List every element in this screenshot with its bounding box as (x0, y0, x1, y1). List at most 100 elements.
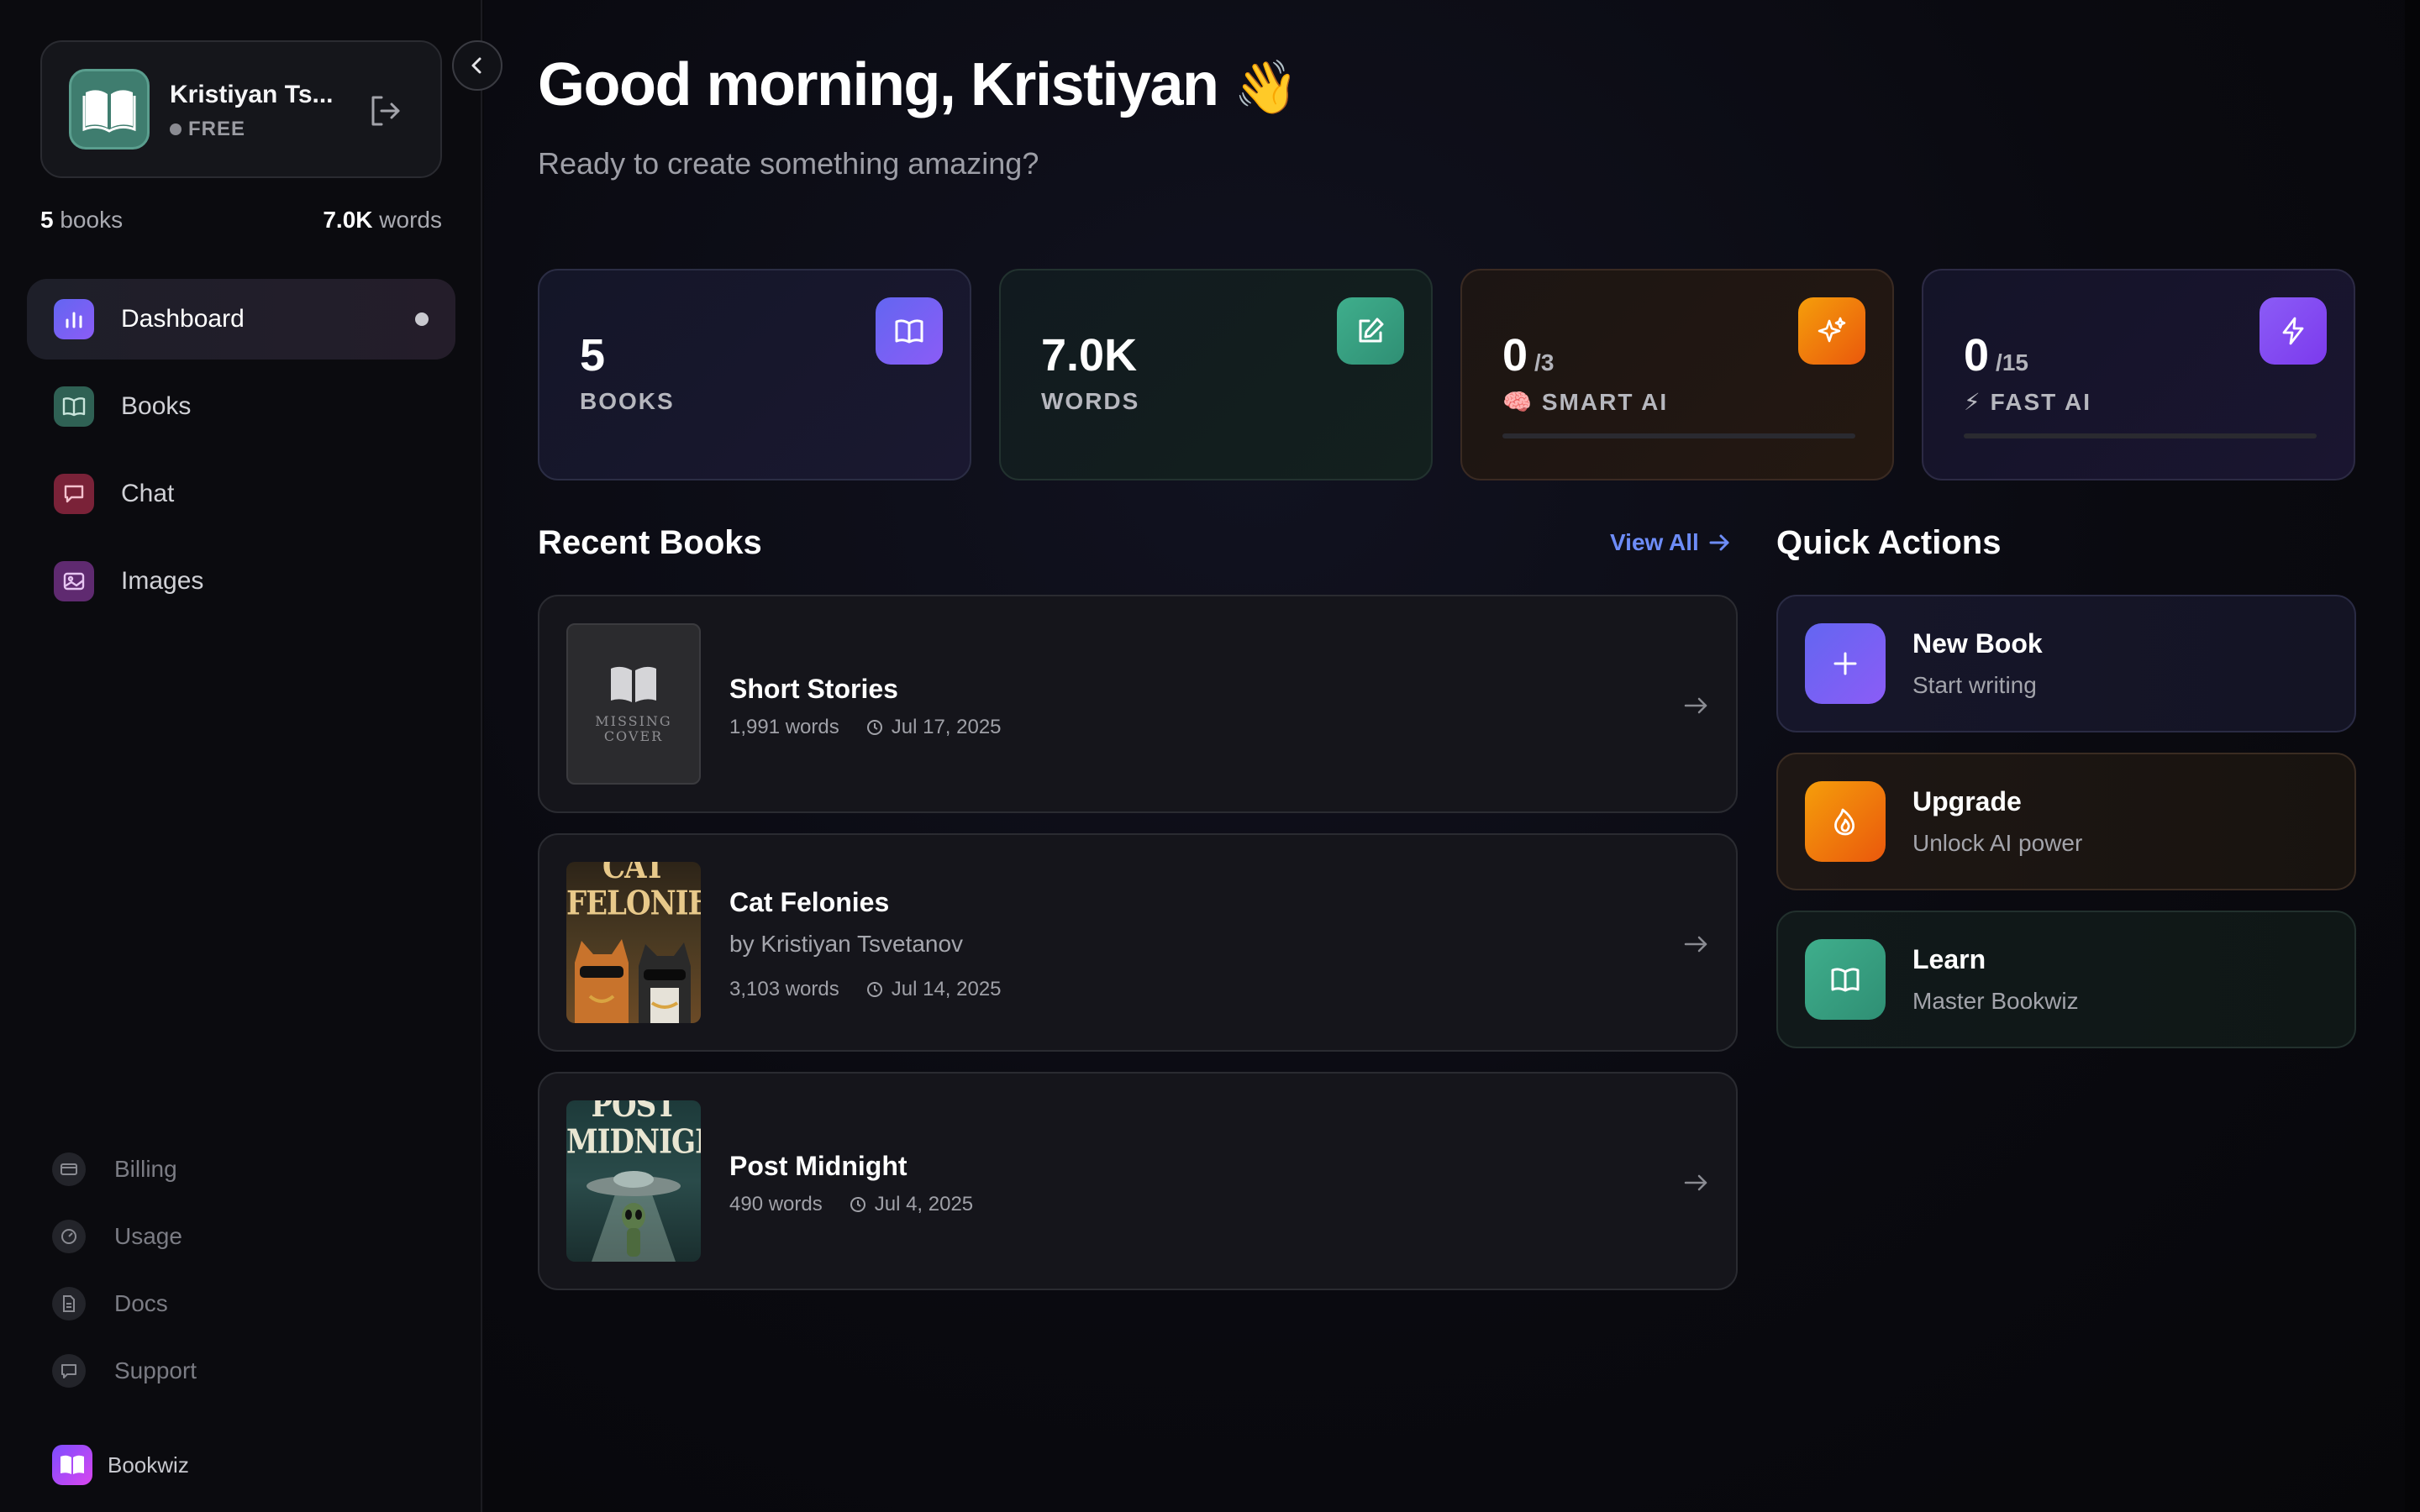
sidebar-item-label: Images (121, 567, 204, 595)
cover-placeholder-text: MISSING COVER (595, 713, 672, 744)
logout-icon (371, 96, 400, 126)
profile-card[interactable]: Kristiyan Ts... FREE (40, 40, 442, 178)
book-title: Cat Felonies (729, 887, 890, 917)
stat-card-fast-ai: 0/15 ⚡ FAST AI (1922, 269, 2355, 480)
clock-icon (866, 982, 882, 997)
arrow-right-icon (1684, 1174, 1707, 1191)
brand-name: Bookwiz (108, 1452, 189, 1478)
stat-label: WORDS (1041, 388, 1140, 414)
sidebar-item-label: Support (114, 1357, 197, 1383)
word-count: 490 words (729, 1193, 823, 1215)
view-all-label: View All (1610, 529, 1699, 555)
book-meta: 1,991 words Jul 17, 2025 (729, 716, 1002, 739)
word-count: 1,991 words (729, 716, 839, 738)
book-meta: 490 words Jul 4, 2025 (729, 1193, 973, 1216)
action-subtitle: Unlock AI power (1912, 830, 2083, 856)
sidebar-books-stat: 5 books (40, 207, 124, 233)
sidebar-stats: 5 books 7.0K words (40, 207, 442, 234)
plan-badge: FREE (170, 118, 245, 141)
wave-emoji: 👋 (1234, 59, 1298, 117)
book-cover: CAT FELONIES (566, 862, 701, 1023)
main-content: Good morning, Kristiyan 👋 Ready to creat… (484, 0, 2420, 1512)
book-cover: POST MIDNIGHT (566, 1100, 701, 1262)
book-date: Jul 14, 2025 (866, 978, 1002, 1001)
arrow-right-icon (1709, 534, 1729, 551)
cover-title: POST MIDNIGHT (566, 1100, 701, 1162)
book-card-cat-felonies[interactable]: CAT FELONIES Cat Felonies by Kristiyan T… (538, 833, 1738, 1052)
clock-icon (866, 720, 882, 735)
arrow-right-icon (1684, 697, 1707, 714)
recent-books-title: Recent Books (538, 524, 762, 561)
action-subtitle: Master Bookwiz (1912, 988, 2079, 1014)
plan-dot (170, 123, 182, 135)
ufo-illustration (587, 1171, 681, 1262)
sidebar-item-label: Docs (114, 1290, 168, 1316)
word-count: 3,103 words (729, 978, 839, 1000)
document-icon (52, 1287, 86, 1320)
plan-label: FREE (188, 118, 246, 140)
book-card-post-midnight[interactable]: POST MIDNIGHT Post Midnight 490 words (538, 1072, 1738, 1290)
sidebar-item-docs[interactable]: Docs (52, 1270, 430, 1337)
book-meta: 3,103 words Jul 14, 2025 (729, 978, 1002, 1001)
stat-value: 0/3 (1502, 330, 1555, 381)
sidebar-item-dashboard[interactable]: Dashboard (27, 279, 455, 360)
stat-card-words: 7.0K WORDS (999, 269, 1433, 480)
profile-name: Kristiyan Ts... (170, 81, 334, 108)
fast-ai-progress (1964, 433, 2317, 438)
quick-actions-title: Quick Actions (1776, 524, 2002, 561)
gauge-icon (52, 1220, 86, 1253)
lightning-icon: ⚡ (1964, 389, 1982, 415)
action-title: Learn (1912, 944, 1986, 974)
sidebar-item-billing[interactable]: Billing (52, 1136, 430, 1203)
sidebar-item-label: Books (121, 392, 192, 420)
stat-value: 0/15 (1964, 330, 2028, 381)
book-date: Jul 4, 2025 (850, 1193, 973, 1216)
sidebar-bottom-nav: Billing Usage Docs Support (52, 1136, 430, 1404)
book-open-icon (1805, 939, 1886, 1020)
view-all-link[interactable]: View All (1610, 529, 1731, 556)
learn-button[interactable]: Learn Master Bookwiz (1776, 911, 2356, 1048)
upgrade-button[interactable]: Upgrade Unlock AI power (1776, 753, 2356, 890)
stat-value: 5 (580, 330, 606, 381)
sidebar-item-support[interactable]: Support (52, 1337, 430, 1404)
collapse-sidebar-button[interactable] (452, 40, 502, 91)
sidebar-item-books[interactable]: Books (27, 366, 455, 447)
sidebar-nav: Dashboard Books Chat Images (27, 279, 455, 628)
stat-label: 🧠 SMART AI (1502, 388, 1669, 416)
scrollbar[interactable] (2405, 0, 2420, 1512)
stat-label: ⚡ FAST AI (1964, 388, 2091, 416)
cover-title: CAT FELONIES (566, 862, 701, 923)
brand-logo-icon (52, 1445, 92, 1485)
page-subtitle: Ready to create something amazing? (538, 146, 1039, 181)
smart-ai-progress (1502, 433, 1855, 438)
book-title: Short Stories (729, 674, 898, 704)
image-icon (54, 561, 94, 601)
sidebar-words-stat: 7.0K words (323, 207, 442, 233)
sidebar-item-usage[interactable]: Usage (52, 1203, 430, 1270)
support-icon (52, 1354, 86, 1388)
sparkles-icon (1798, 297, 1865, 365)
chevron-left-icon (471, 57, 481, 74)
book-icon (876, 297, 943, 365)
open-book-icon (82, 90, 136, 133)
brain-icon: 🧠 (1502, 389, 1534, 415)
action-title: Upgrade (1912, 786, 2022, 816)
stat-card-smart-ai: 0/3 🧠 SMART AI (1460, 269, 1894, 480)
action-title: New Book (1912, 628, 2043, 659)
bolt-icon (2260, 297, 2327, 365)
edit-icon (1337, 297, 1404, 365)
page-title: Good morning, Kristiyan 👋 (538, 50, 1298, 119)
brand[interactable]: Bookwiz (52, 1445, 189, 1485)
new-book-button[interactable]: New Book Start writing (1776, 595, 2356, 732)
open-book-icon (611, 666, 656, 702)
app-root: Kristiyan Ts... FREE 5 books 7.0K words (0, 0, 2420, 1512)
sidebar-item-images[interactable]: Images (27, 541, 455, 622)
chart-icon (54, 299, 94, 339)
sidebar-item-label: Dashboard (121, 305, 245, 333)
stat-value: 7.0K (1041, 330, 1138, 381)
logout-button[interactable] (365, 91, 405, 131)
sidebar-item-chat[interactable]: Chat (27, 454, 455, 534)
book-card-short-stories[interactable]: MISSING COVER Short Stories 1,991 words … (538, 595, 1738, 813)
clock-icon (850, 1197, 865, 1212)
chat-icon (54, 474, 94, 514)
